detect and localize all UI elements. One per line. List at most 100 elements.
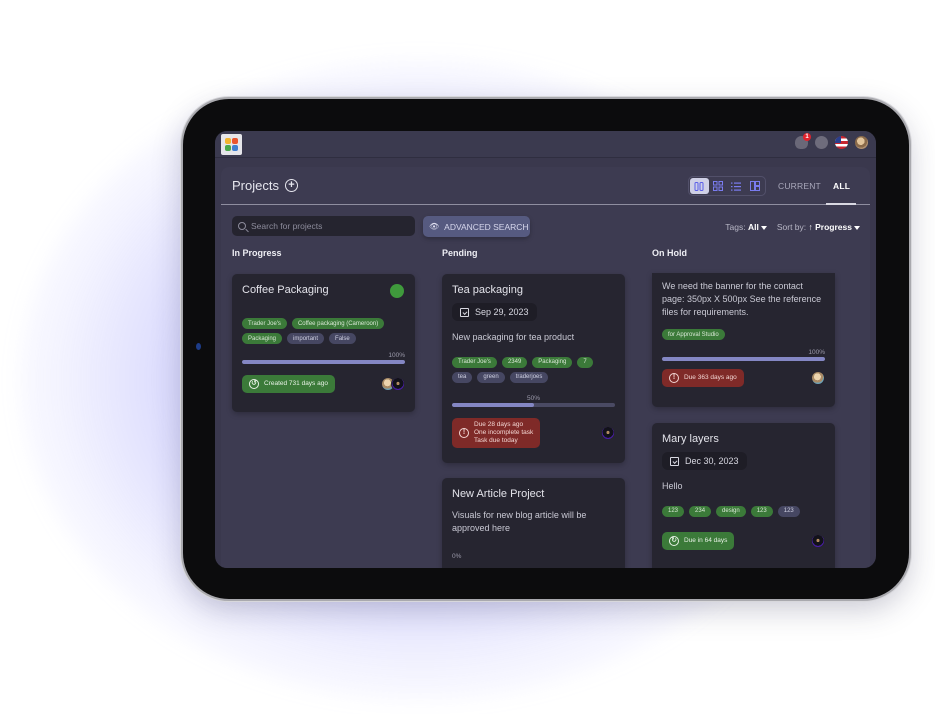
badge-text: Created 731 days ago bbox=[264, 380, 328, 387]
avatar[interactable] bbox=[811, 371, 825, 385]
tag[interactable]: 2349 bbox=[501, 356, 528, 368]
card-description: Hello bbox=[662, 480, 683, 491]
tags-filter-value: All bbox=[747, 222, 759, 232]
column-title-pending: Pending bbox=[442, 248, 478, 258]
due-soon-badge: ↻ Due in 64 days bbox=[662, 531, 735, 550]
kanban-icon bbox=[694, 181, 704, 191]
tag[interactable]: 234 bbox=[689, 505, 712, 517]
tag[interactable]: 123 bbox=[750, 505, 773, 517]
tags-filter-label: Tags: bbox=[725, 222, 746, 232]
due-date-chip: Sep 29, 2023 bbox=[452, 303, 537, 321]
tag[interactable]: important bbox=[287, 333, 325, 344]
tag[interactable]: design bbox=[716, 505, 746, 517]
search-input[interactable] bbox=[251, 221, 411, 231]
tag[interactable]: Packaging bbox=[242, 333, 283, 344]
calendar-icon bbox=[670, 456, 679, 466]
progress-bar bbox=[242, 360, 405, 364]
bell-icon[interactable]: 1 bbox=[795, 133, 811, 149]
project-card-new-article-project[interactable]: New Article Project Visuals for new blog… bbox=[442, 478, 625, 568]
sort-dropdown[interactable]: Sort by: ↑ Progress bbox=[777, 222, 860, 232]
progress-label: 0% bbox=[452, 553, 462, 560]
progress: 50% bbox=[452, 395, 615, 407]
tab-current[interactable]: CURRENT bbox=[778, 181, 821, 191]
tag[interactable]: Trader Joe's bbox=[452, 356, 497, 368]
alert-icon: ! bbox=[459, 427, 469, 438]
app-logo[interactable] bbox=[221, 134, 242, 155]
sort-label: Sort by: bbox=[776, 222, 807, 232]
binoculars-icon: 👁︎ bbox=[429, 222, 440, 231]
card-footer: ↻ Due in 64 days bbox=[662, 531, 825, 550]
due-date: Dec 30, 2023 bbox=[685, 456, 739, 466]
tag-list: Trader Joe's Coffee packaging (Cameroon)… bbox=[242, 318, 405, 344]
project-card-tea-packaging[interactable]: Tea packaging Sep 29, 2023 New packaging… bbox=[442, 274, 625, 463]
assignee-avatars bbox=[601, 425, 615, 440]
tag[interactable]: False bbox=[329, 333, 356, 344]
user-avatar[interactable] bbox=[855, 136, 868, 149]
tag[interactable]: 7 bbox=[577, 356, 593, 368]
overdue-badge: ! Due 363 days ago bbox=[662, 369, 744, 387]
due-date-chip: Dec 30, 2023 bbox=[662, 452, 747, 470]
badge-text: One incomplete task bbox=[474, 428, 534, 436]
tag[interactable]: Packaging bbox=[532, 356, 573, 368]
progress-label: 100% bbox=[808, 349, 825, 356]
sort-direction-icon[interactable]: ↑ bbox=[809, 222, 813, 232]
created-badge: ↺ Created 731 days ago bbox=[242, 375, 335, 393]
tab-all[interactable]: ALL bbox=[833, 181, 850, 191]
kanban-view-button[interactable] bbox=[690, 178, 709, 194]
database-icon[interactable] bbox=[815, 136, 828, 149]
list-icon bbox=[731, 182, 742, 191]
badge-text-lines: Due 28 days ago One incomplete task Task… bbox=[474, 421, 533, 445]
column-title-in-progress: In Progress bbox=[232, 248, 282, 258]
panel-header: Projects + CURRENT ALL bbox=[221, 167, 870, 205]
search-box bbox=[232, 216, 415, 236]
caret-down-icon bbox=[854, 225, 860, 230]
grid-view-button[interactable] bbox=[709, 178, 728, 194]
progress: 100% bbox=[242, 352, 405, 364]
advanced-search-button[interactable]: 👁︎ ADVANCED SEARCH bbox=[423, 216, 530, 237]
sort-value: Progress bbox=[815, 222, 852, 232]
history-icon: ↺ bbox=[249, 379, 259, 389]
tag[interactable]: traderjoes bbox=[509, 371, 549, 383]
grid-icon bbox=[712, 181, 723, 191]
add-project-button[interactable]: + bbox=[285, 179, 298, 192]
us-flag-icon[interactable] bbox=[835, 136, 848, 149]
project-card-mary-layers[interactable]: Mary layers Dec 30, 2023 Hello 123 234 d… bbox=[652, 423, 835, 568]
projects-panel: Projects + CURRENT ALL Search for projec… bbox=[221, 167, 870, 568]
project-card-contact-banner[interactable]: We need the banner for the contact page:… bbox=[652, 273, 835, 407]
due-date: Sep 29, 2023 bbox=[475, 307, 529, 317]
tag[interactable]: tea bbox=[452, 371, 473, 383]
filters: Tags: All Sort by: ↑ Progress bbox=[725, 222, 860, 232]
avatar[interactable] bbox=[811, 533, 825, 548]
card-title: Coffee Packaging bbox=[242, 284, 329, 296]
tag[interactable]: for Approval Studio bbox=[662, 329, 725, 340]
advanced-search-label: ADVANCED SEARCH bbox=[444, 221, 529, 232]
avatar[interactable] bbox=[601, 425, 615, 440]
page-title: Projects bbox=[232, 178, 279, 193]
card-description: Visuals for new blog article will be app… bbox=[452, 510, 587, 533]
search-icon bbox=[238, 222, 246, 230]
list-view-button[interactable] bbox=[727, 178, 746, 194]
project-card-coffee-packaging[interactable]: Coffee Packaging Trader Joe's Coffee pac… bbox=[232, 274, 415, 412]
progress-fill bbox=[452, 402, 534, 407]
column-title-on-hold: On Hold bbox=[652, 248, 687, 258]
top-bar-icons: 1 bbox=[795, 133, 868, 149]
overdue-badge: ! Due 28 days ago One incomplete task Ta… bbox=[452, 417, 541, 448]
assignee-avatars bbox=[811, 533, 825, 548]
tag[interactable]: Trader Joe's bbox=[242, 318, 287, 329]
tags-filter[interactable]: Tags: All bbox=[725, 222, 767, 232]
tag[interactable]: Coffee packaging (Cameroon) bbox=[291, 318, 385, 329]
avatar[interactable] bbox=[391, 377, 405, 391]
tag[interactable]: 123 bbox=[777, 505, 800, 517]
tag-list: 123 234 design 123 123 bbox=[662, 505, 825, 517]
card-footer: ! Due 28 days ago One incomplete task Ta… bbox=[452, 417, 615, 448]
tag[interactable]: 123 bbox=[662, 505, 685, 517]
card-description: New packaging for tea product bbox=[452, 331, 575, 342]
gantt-view-button[interactable] bbox=[746, 178, 765, 194]
active-tab-indicator bbox=[826, 203, 856, 205]
tag-list: Trader Joe's 2349 Packaging 7 tea green … bbox=[452, 356, 615, 383]
notification-badge: 1 bbox=[803, 133, 811, 141]
badge-text: Due 363 days ago bbox=[684, 374, 737, 381]
tag[interactable]: green bbox=[477, 371, 505, 383]
badge-text: Due 28 days ago bbox=[474, 420, 524, 428]
assignee-avatars bbox=[381, 377, 405, 391]
